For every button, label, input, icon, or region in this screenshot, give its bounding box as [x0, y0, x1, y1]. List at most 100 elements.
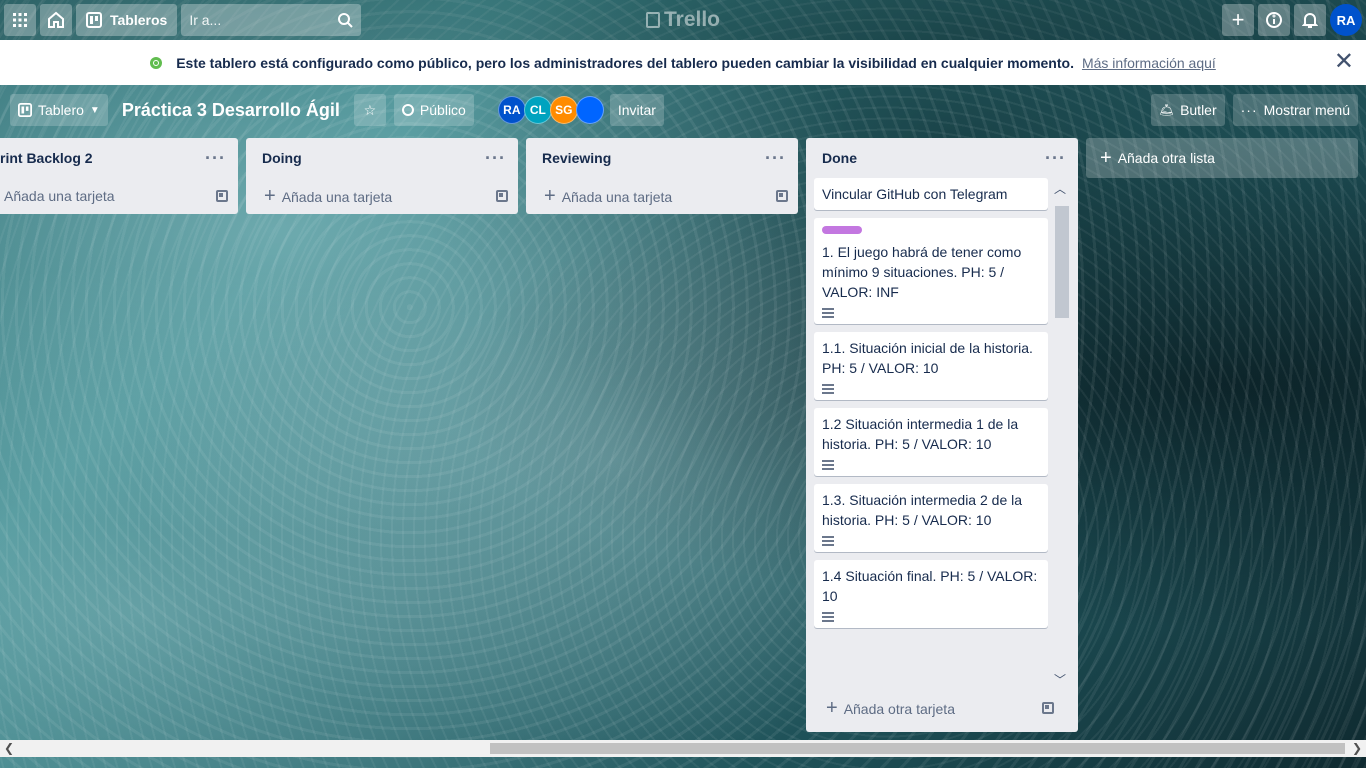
add-list-button[interactable]: + Añada otra lista	[1086, 138, 1358, 178]
add-card-button[interactable]: + Añada una tarjeta	[246, 178, 518, 214]
trello-logo-icon	[645, 12, 660, 28]
top-nav: Tableros Ir a... Trello + RA	[0, 0, 1366, 40]
list-title[interactable]: rint Backlog 2	[0, 150, 93, 166]
visibility-label: Público	[419, 102, 466, 118]
list-reviewing[interactable]: Reviewing ··· + Añada una tarjeta	[526, 138, 798, 214]
search-input[interactable]: Ir a...	[181, 4, 362, 36]
list-doing[interactable]: Doing ··· + Añada una tarjeta	[246, 138, 518, 214]
butler-button[interactable]: 🛎 Butler	[1150, 94, 1225, 126]
trello-logo[interactable]: Trello	[645, 8, 721, 32]
user-avatar[interactable]: RA	[1330, 4, 1362, 36]
list-title[interactable]: Reviewing	[538, 150, 611, 166]
star-icon: ☆	[363, 101, 377, 118]
scroll-left-icon[interactable]: ❮	[4, 740, 14, 757]
banner-message: Este tablero está configurado como públi…	[176, 54, 1074, 71]
scrollbar-thumb[interactable]	[1055, 206, 1069, 318]
card-title: 1.2 Situación intermedia 1 de la histori…	[822, 416, 1019, 452]
card-title: 1.4 Situación final. PH: 5 / VALOR: 10	[822, 568, 1038, 604]
logo-text: Trello	[663, 8, 721, 31]
member-avatar[interactable]: RA	[497, 96, 526, 124]
card-template-icon[interactable]	[496, 190, 508, 202]
plus-icon: +	[1231, 7, 1245, 32]
description-icon	[822, 536, 834, 546]
search-placeholder: Ir a...	[189, 12, 222, 28]
home-button[interactable]	[40, 4, 72, 36]
member-avatar[interactable]	[575, 96, 604, 124]
card-template-icon[interactable]	[776, 190, 788, 202]
member-avatar[interactable]: SG	[549, 96, 578, 124]
card-template-icon[interactable]	[216, 190, 228, 202]
list-menu-icon[interactable]: ···	[205, 148, 226, 169]
list-sprint-backlog-2[interactable]: rint Backlog 2 ··· Añada una tarjeta	[0, 138, 238, 214]
board-title[interactable]: Práctica 3 Desarrollo Ágil	[122, 100, 340, 121]
list-header: rint Backlog 2 ···	[0, 138, 238, 178]
list-title[interactable]: Doing	[258, 150, 302, 166]
plus-icon: +	[264, 184, 276, 207]
horizontal-scrollbar[interactable]: ❮ ❯	[0, 740, 1366, 757]
list-title[interactable]: Done	[818, 150, 857, 166]
add-list-label: Añada otra lista	[1117, 150, 1215, 166]
globe-icon	[150, 56, 163, 69]
card-title: 1.3. Situación intermedia 2 de la histor…	[822, 492, 1023, 528]
add-card-button[interactable]: + Añada otra tarjeta	[818, 690, 1064, 726]
add-card-label: Añada una tarjeta	[561, 188, 673, 205]
member-avatar[interactable]: CL	[523, 96, 552, 124]
home-icon	[48, 11, 64, 28]
banner-more-info-link[interactable]: Más información aquí	[1082, 55, 1216, 71]
board-icon	[18, 103, 32, 117]
card-list: Vincular GitHub con Telegram 1. El juego …	[814, 178, 1070, 690]
card[interactable]: 1.4 Situación final. PH: 5 / VALOR: 10	[814, 560, 1048, 628]
add-card-button[interactable]: + Añada una tarjeta	[526, 178, 798, 214]
chevron-down-icon: ▼	[89, 104, 100, 116]
add-card-button[interactable]: Añada una tarjeta	[0, 178, 238, 214]
description-icon	[822, 308, 834, 318]
description-icon	[822, 612, 834, 622]
card[interactable]: 1. El juego habrá de tener como mínimo 9…	[814, 218, 1048, 324]
create-button[interactable]: +	[1222, 4, 1254, 36]
card-title: 1. El juego habrá de tener como mínimo 9…	[822, 244, 1022, 300]
card[interactable]: Vincular GitHub con Telegram	[814, 178, 1048, 210]
list-header: Doing ···	[246, 138, 518, 178]
list-menu-icon[interactable]: ···	[1045, 148, 1066, 169]
public-board-banner: Este tablero está configurado como públi…	[0, 40, 1366, 85]
butler-label: Butler	[1180, 102, 1217, 118]
invite-button[interactable]: Invitar	[609, 94, 664, 126]
plus-icon: +	[1100, 146, 1112, 169]
description-icon	[822, 384, 834, 394]
butler-icon: 🛎	[1158, 103, 1175, 117]
scroll-right-icon[interactable]: ❯	[1352, 740, 1362, 757]
list-menu-icon[interactable]: ···	[485, 148, 506, 169]
board-members: RA CL SG	[497, 96, 604, 124]
apps-switcher-button[interactable]	[4, 4, 36, 36]
description-icon	[822, 460, 834, 470]
card[interactable]: 1.1. Situación inicial de la historia. P…	[814, 332, 1048, 400]
card-template-icon[interactable]	[1042, 702, 1054, 714]
grid-icon	[13, 13, 27, 27]
card[interactable]: 1.3. Situación intermedia 2 de la histor…	[814, 484, 1048, 552]
scroll-up-icon[interactable]: ︿	[1054, 180, 1066, 197]
boards-label: Tableros	[110, 12, 168, 28]
notifications-button[interactable]	[1294, 4, 1326, 36]
star-button[interactable]: ☆	[353, 94, 386, 126]
boards-button[interactable]: Tableros	[76, 4, 178, 36]
board-icon	[86, 12, 102, 28]
scrollbar-thumb[interactable]	[490, 743, 1345, 754]
visibility-button[interactable]: Público	[393, 94, 474, 126]
list-scrollbar[interactable]: ︿ ﹀	[1052, 178, 1070, 690]
list-header: Done ···	[806, 138, 1078, 178]
board-view-label: Tablero	[38, 102, 84, 118]
close-icon[interactable]: ✕	[1334, 50, 1354, 74]
plus-icon: +	[826, 696, 838, 719]
scroll-down-icon[interactable]: ﹀	[1054, 671, 1066, 688]
show-menu-label: Mostrar menú	[1263, 102, 1350, 118]
card[interactable]: 1.2 Situación intermedia 1 de la histori…	[814, 408, 1048, 476]
board-view-switcher[interactable]: Tablero ▼	[10, 94, 108, 126]
info-button[interactable]	[1258, 4, 1290, 36]
add-card-label: Añada una tarjeta	[4, 188, 115, 204]
globe-icon	[401, 104, 414, 116]
plus-icon: +	[544, 184, 556, 207]
list-done[interactable]: Done ··· Vincular GitHub con Telegram 1. …	[806, 138, 1078, 732]
list-menu-icon[interactable]: ···	[765, 148, 786, 169]
show-menu-button[interactable]: ··· Mostrar menú	[1232, 94, 1358, 126]
card-label[interactable]	[822, 226, 862, 234]
